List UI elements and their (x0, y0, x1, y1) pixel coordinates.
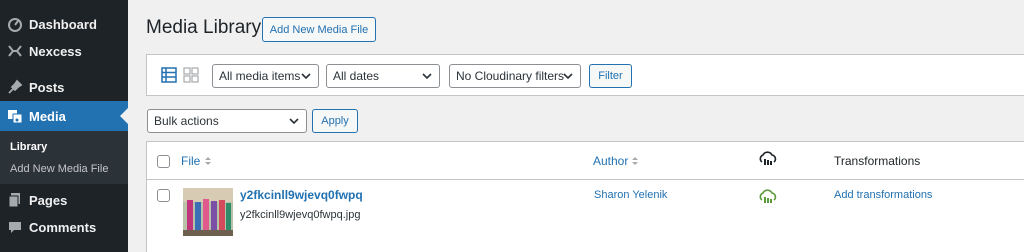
chevron-down-icon (563, 73, 573, 80)
cloudinary-filter-value: No Cloudinary filters (456, 69, 565, 83)
cloud-synced-icon (759, 189, 777, 203)
date-select-value: All dates (333, 69, 380, 83)
sidebar-item-dashboard[interactable]: Dashboard (0, 11, 128, 37)
sidebar-item-label: Posts (29, 79, 65, 95)
dashboard-icon (7, 16, 23, 32)
sort-icon (632, 157, 638, 165)
chevron-down-icon (289, 118, 299, 125)
submenu-item-add-new[interactable]: Add New Media File (10, 163, 108, 175)
add-new-media-button[interactable]: Add New Media File (262, 17, 376, 42)
sidebar-item-label: Comments (29, 219, 97, 235)
author-link[interactable]: Sharon Yelenik (594, 189, 667, 201)
cloudinary-filter-select[interactable]: No Cloudinary filters (449, 64, 581, 88)
bulk-actions-value: Bulk actions (154, 114, 219, 128)
file-name: y2fkcinll9wjevq0fwpq.jpg (240, 209, 361, 221)
sidebar-item-media[interactable]: Media (0, 101, 128, 131)
table-header: File Author Transformations (147, 142, 1024, 180)
sidebar-item-label: Dashboard (29, 16, 97, 32)
media-icon (7, 108, 23, 124)
sidebar-item-label: Media (29, 108, 66, 124)
admin-sidebar: Dashboard Nexcess Posts Media Library Ad… (0, 0, 128, 252)
sort-icon (205, 157, 211, 165)
date-select[interactable]: All dates (326, 64, 440, 88)
row-checkbox[interactable] (157, 189, 170, 202)
page-title: Media Library (146, 17, 262, 38)
sidebar-item-pages[interactable]: Pages (0, 187, 128, 213)
submenu-item-library[interactable]: Library (10, 141, 47, 153)
apply-button[interactable]: Apply (312, 109, 358, 133)
nexcess-icon (7, 43, 23, 59)
media-table: File Author Transformations y2fkcinll9wj… (146, 141, 1024, 252)
filter-button[interactable]: Filter (589, 64, 632, 88)
transformations-column-header: Transformations (834, 154, 921, 168)
pin-icon (7, 79, 23, 95)
filter-bar: All media items All dates No Cloudinary … (146, 54, 1024, 96)
file-column-header[interactable]: File (181, 154, 200, 168)
media-submenu: Library Add New Media File (0, 131, 128, 184)
comments-icon (7, 219, 23, 235)
pages-icon (7, 192, 23, 208)
list-view-icon[interactable] (161, 67, 177, 83)
add-transformations-link[interactable]: Add transformations (834, 189, 932, 201)
sidebar-item-comments[interactable]: Comments (0, 214, 128, 240)
chevron-down-icon (301, 73, 311, 80)
media-type-select-value: All media items (219, 69, 301, 83)
grid-view-icon[interactable] (183, 67, 199, 83)
author-column-header[interactable]: Author (593, 154, 628, 168)
sidebar-item-posts[interactable]: Posts (0, 74, 128, 100)
media-thumbnail[interactable] (183, 188, 233, 236)
file-title-link[interactable]: y2fkcinll9wjevq0fwpq (240, 188, 363, 202)
sidebar-item-nexcess[interactable]: Nexcess (0, 38, 128, 64)
media-type-select[interactable]: All media items (212, 64, 319, 88)
select-all-checkbox[interactable] (157, 155, 170, 168)
bulk-actions-select[interactable]: Bulk actions (147, 109, 307, 133)
sidebar-item-label: Nexcess (29, 43, 82, 59)
cloudinary-icon (759, 151, 777, 165)
sidebar-item-label: Pages (29, 192, 68, 208)
chevron-down-icon (422, 73, 432, 80)
